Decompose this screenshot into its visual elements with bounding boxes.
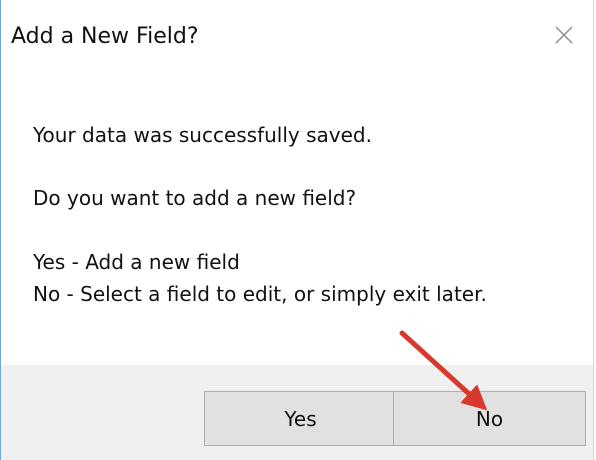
message-saved: Your data was successfully saved. (33, 123, 372, 147)
close-button[interactable] (543, 14, 585, 56)
dialog-button-bar: Yes No (1, 365, 593, 460)
no-button[interactable]: No (393, 391, 586, 446)
dialog-titlebar: Add a New Field? (1, 0, 593, 80)
message-option-no: No - Select a field to edit, or simply e… (33, 282, 487, 306)
close-icon (555, 26, 573, 44)
message-question: Do you want to add a new field? (33, 186, 357, 210)
dialog-title: Add a New Field? (11, 24, 199, 49)
dialog-window: Add a New Field? Your data was successfu… (0, 0, 594, 460)
message-option-yes: Yes - Add a new field (33, 250, 240, 274)
yes-button[interactable]: Yes (204, 391, 397, 446)
